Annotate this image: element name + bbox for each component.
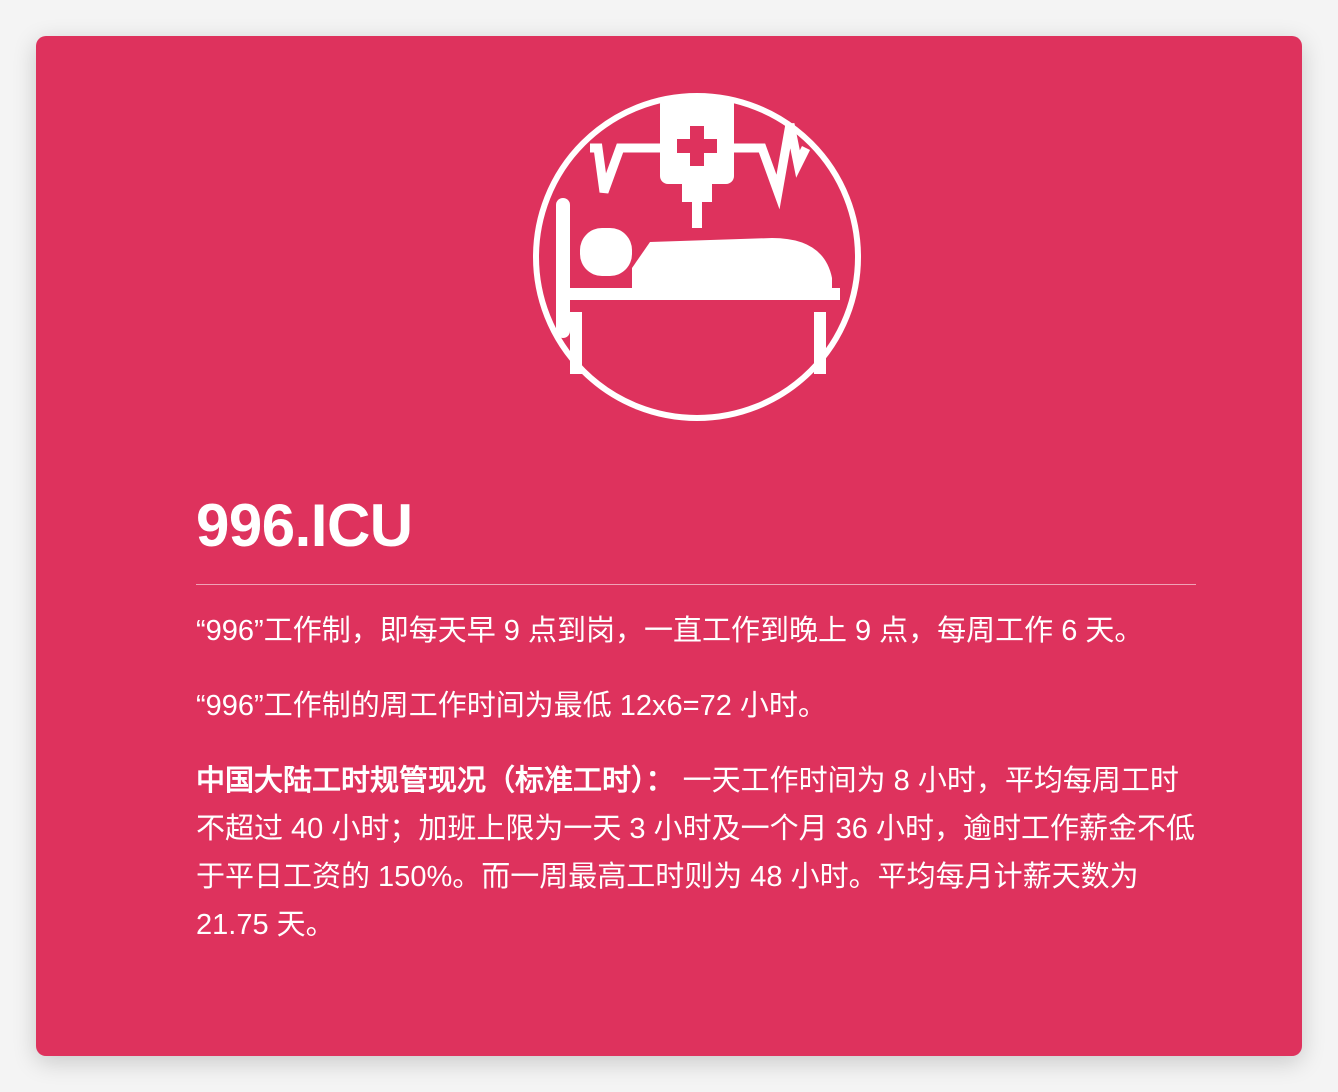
definition-paragraph: “996”工作制，即每天早 9 点到岗，一直工作到晚上 9 点，每周工作 6 天…: [196, 615, 1144, 647]
hospital-bed-iv-drip-icon: [532, 92, 862, 422]
main-card: 996.ICU “996”工作制，即每天早 9 点到岗，一直工作到晚上 9 点，…: [36, 36, 1302, 1056]
intro-section: 996.ICU “996”工作制，即每天早 9 点到岗，一直工作到晚上 9 点，…: [196, 484, 1196, 976]
regulation-heading: 中国大陆工时规管现况（标准工时）：: [196, 765, 675, 797]
title-divider: [196, 584, 1196, 585]
regulation-paragraph: 中国大陆工时规管现况（标准工时）： 一天工作时间为 8 小时，平均每周工时不超过…: [196, 757, 1196, 949]
page-title: 996.ICU: [196, 492, 413, 559]
weekly-hours-paragraph: “996”工作制的周工作时间为最低 12x6=72 小时。: [196, 690, 827, 722]
